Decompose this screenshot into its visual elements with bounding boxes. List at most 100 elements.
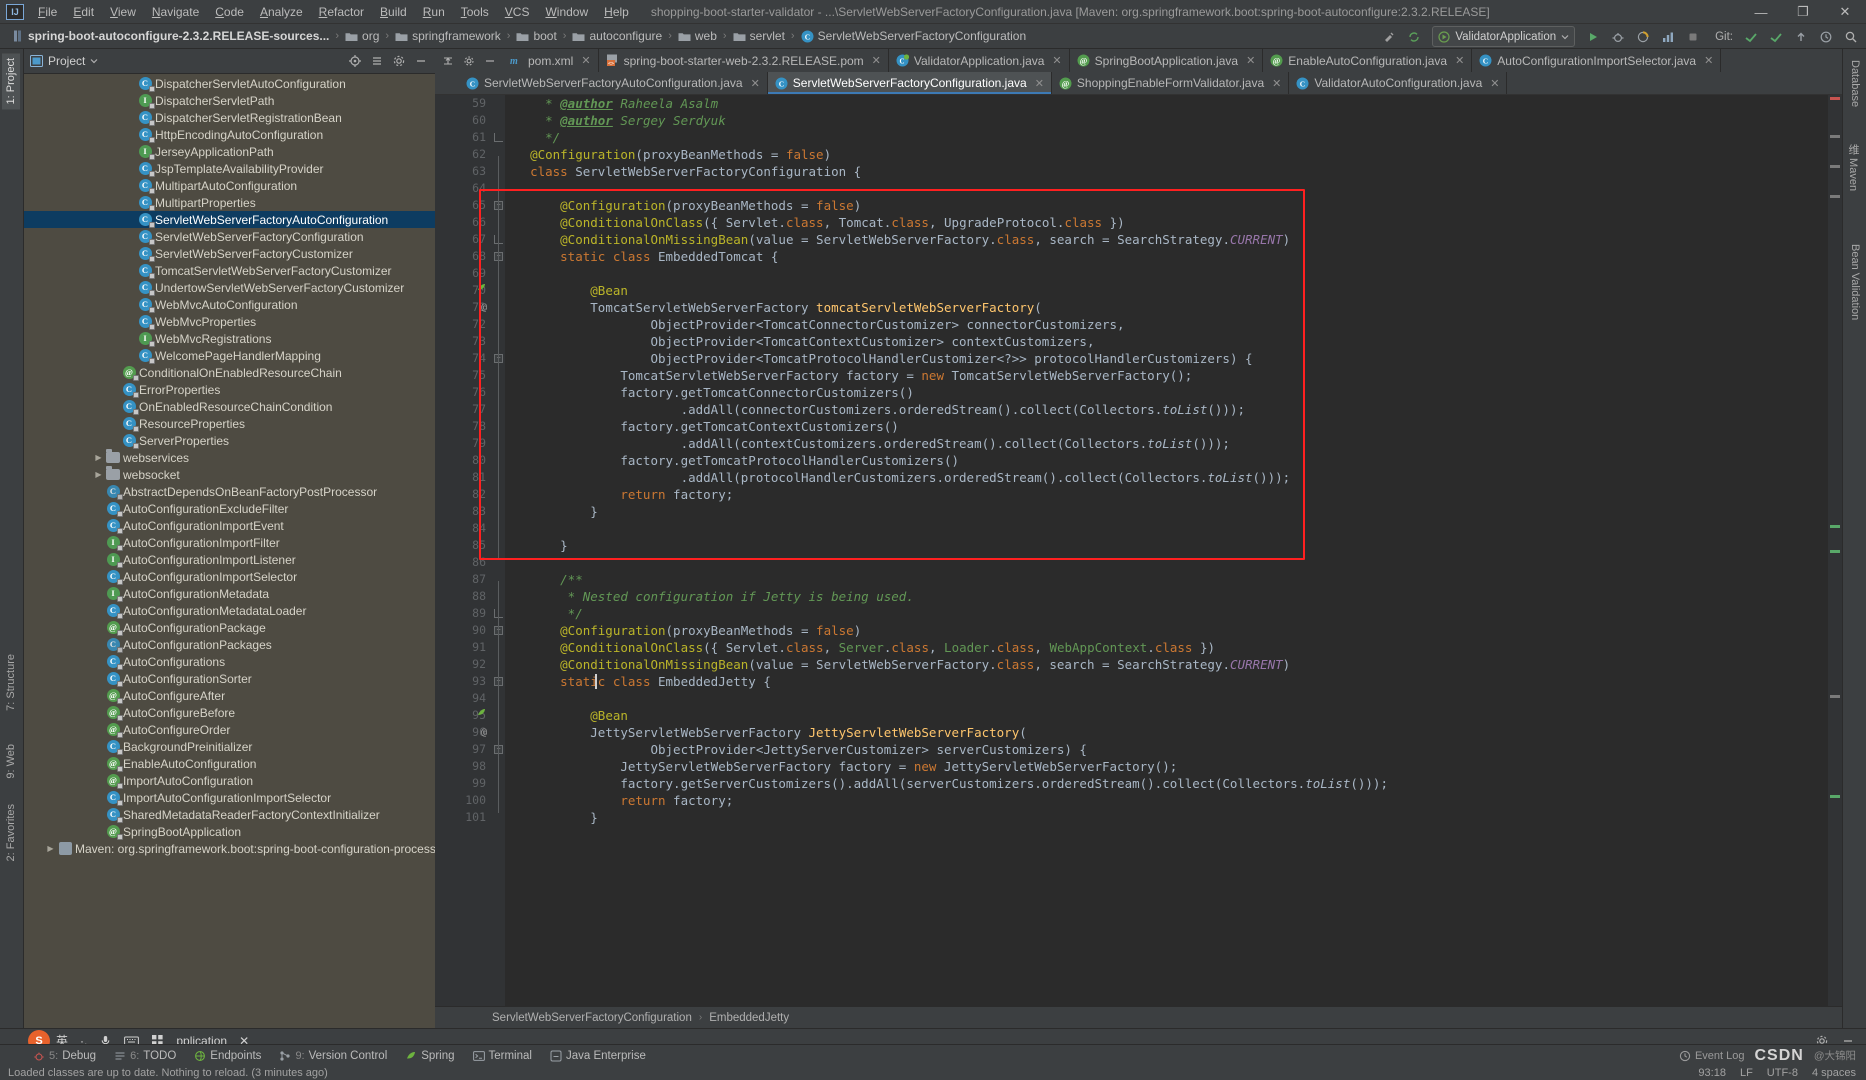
breadcrumb-item-2[interactable]: springframework <box>392 28 504 44</box>
file-encoding[interactable]: UTF-8 <box>1767 1067 1798 1079</box>
line-number[interactable]: 64 <box>435 180 491 197</box>
code-line[interactable]: * @author Raheela Asalm <box>515 95 1842 112</box>
line-number[interactable]: 72 <box>435 316 491 333</box>
minimize-button[interactable]: — <box>1740 0 1782 24</box>
editor-tab[interactable]: C ServletWebServerFactoryAutoConfiguratio… <box>459 72 768 94</box>
expand-arrow-icon[interactable]: ▶ <box>44 844 57 853</box>
code-line[interactable]: factory.getTomcatConnectorCustomizers() <box>515 384 1842 401</box>
stripe-error[interactable] <box>1830 97 1840 100</box>
code-line[interactable]: @Configuration(proxyBeanMethods = false) <box>515 622 1842 639</box>
line-number[interactable]: 101 <box>435 809 491 826</box>
code-line[interactable]: factory.getTomcatProtocolHandlerCustomiz… <box>515 452 1842 469</box>
breadcrumb-item-5[interactable]: web <box>675 28 720 44</box>
expand-arrow-icon[interactable]: ▶ <box>92 470 105 479</box>
line-number[interactable]: 81 <box>435 469 491 486</box>
code-line[interactable] <box>515 520 1842 537</box>
run-button[interactable] <box>1582 26 1604 47</box>
tree-node[interactable]: C DispatcherServletAutoConfiguration <box>24 75 435 92</box>
tree-node[interactable]: C OnEnabledResourceChainCondition <box>24 398 435 415</box>
build-icon[interactable] <box>1378 26 1400 47</box>
line-number[interactable]: 63 <box>435 163 491 180</box>
tree-node[interactable]: C AbstractDependsOnBeanFactoryPostProcess… <box>24 483 435 500</box>
menu-file[interactable]: File <box>30 2 65 22</box>
tree-node[interactable]: @ AutoConfigureOrder <box>24 721 435 738</box>
code-line[interactable]: @Configuration(proxyBeanMethods = false) <box>515 197 1842 214</box>
git-update-icon[interactable] <box>1740 26 1762 47</box>
tree-node[interactable]: C ServerProperties <box>24 432 435 449</box>
chevron-down-icon[interactable] <box>90 57 98 65</box>
override-gutter-icon[interactable]: @ <box>476 724 487 738</box>
search-everywhere-icon[interactable] <box>1840 26 1862 47</box>
tree-node[interactable]: C ServletWebServerFactoryConfiguration <box>24 228 435 245</box>
caret-position[interactable]: 93:18 <box>1698 1067 1726 1079</box>
line-number[interactable]: 83 <box>435 503 491 520</box>
code-line[interactable]: * Nested configuration if Jetty is being… <box>515 588 1842 605</box>
line-number[interactable]: 73 <box>435 333 491 350</box>
menu-build[interactable]: Build <box>372 2 415 22</box>
tree-node[interactable]: C AutoConfigurationSorter <box>24 670 435 687</box>
breadcrumb-item-6[interactable]: servlet <box>730 28 788 44</box>
override-gutter-icon[interactable]: @ <box>476 299 487 313</box>
line-number[interactable]: 97 <box>435 741 491 758</box>
line-number[interactable]: 62 <box>435 146 491 163</box>
close-button[interactable]: ✕ <box>1824 0 1866 24</box>
tree-node[interactable]: C ResourceProperties <box>24 415 435 432</box>
git-push-icon[interactable] <box>1790 26 1812 47</box>
stripe-mark[interactable] <box>1830 550 1840 553</box>
line-number[interactable]: 61 <box>435 129 491 146</box>
project-tree[interactable]: C DispatcherServletAutoConfiguration I Disp… <box>24 74 435 1028</box>
breadcrumb-item-0[interactable]: spring-boot-autoconfigure-2.3.2.RELEASE-… <box>10 28 332 44</box>
tree-node[interactable]: C AutoConfigurationMetadataLoader <box>24 602 435 619</box>
code-line[interactable]: return factory; <box>515 792 1842 809</box>
tree-node[interactable]: C UndertowServletWebServerFactoryCustomiz… <box>24 279 435 296</box>
line-number[interactable]: 98 <box>435 758 491 775</box>
line-number[interactable]: 60 <box>435 112 491 129</box>
editor-tab[interactable]: m pom.xml ✕ <box>503 49 599 72</box>
debug-button[interactable] <box>1607 26 1629 47</box>
line-number[interactable]: 89 <box>435 605 491 622</box>
line-number[interactable]: 74 <box>435 350 491 367</box>
bean-gutter-icon[interactable] <box>476 282 487 293</box>
menu-tools[interactable]: Tools <box>453 2 497 22</box>
breadcrumb-item-1[interactable]: org <box>342 28 382 44</box>
tree-node[interactable]: C WebMvcProperties <box>24 313 435 330</box>
tree-node[interactable]: C ErrorProperties <box>24 381 435 398</box>
code-line[interactable]: @Bean <box>515 282 1842 299</box>
code-line[interactable]: JettyServletWebServerFactory factory = n… <box>515 758 1842 775</box>
tree-node[interactable]: C HttpEncodingAutoConfiguration <box>24 126 435 143</box>
code-line[interactable]: */ <box>515 605 1842 622</box>
code-line[interactable]: JettyServletWebServerFactory JettyServle… <box>515 724 1842 741</box>
tree-node[interactable]: C BackgroundPreinitializer <box>24 738 435 755</box>
tree-node[interactable]: C AutoConfigurationPackages <box>24 636 435 653</box>
tool-window-button-todo[interactable]: 6: TODO <box>105 1045 185 1067</box>
hide-editor-icon[interactable] <box>481 52 499 70</box>
line-number[interactable]: 78 <box>435 418 491 435</box>
tool-window-button-java-enterprise[interactable]: Java Enterprise <box>541 1045 655 1067</box>
tree-node[interactable]: C ServletWebServerFactoryCustomizer <box>24 245 435 262</box>
line-number[interactable]: 76 <box>435 384 491 401</box>
tree-node[interactable]: @ SpringBootApplication <box>24 823 435 840</box>
tree-node[interactable]: @ AutoConfigurationPackage <box>24 619 435 636</box>
tree-node[interactable]: C JspTemplateAvailabilityProvider <box>24 160 435 177</box>
menu-refactor[interactable]: Refactor <box>311 2 372 22</box>
code-line[interactable]: * @author Sergey Serdyuk <box>515 112 1842 129</box>
code-line[interactable]: TomcatServletWebServerFactory factory = … <box>515 367 1842 384</box>
line-number[interactable]: 75 <box>435 367 491 384</box>
line-number[interactable]: 93 <box>435 673 491 690</box>
code-line[interactable]: */ <box>515 129 1842 146</box>
stripe-mark[interactable] <box>1830 135 1840 138</box>
tool-window-button-terminal[interactable]: Terminal <box>464 1045 541 1067</box>
tool-tab-maven[interactable]: 维 Maven <box>1842 139 1864 196</box>
line-number[interactable]: 91 <box>435 639 491 656</box>
menu-run[interactable]: Run <box>415 2 453 22</box>
tool-window-button-spring[interactable]: Spring <box>396 1045 463 1067</box>
code-folding-column[interactable]: −−−−−− <box>491 95 505 1006</box>
line-number[interactable]: 85 <box>435 537 491 554</box>
stop-button[interactable] <box>1682 26 1704 47</box>
line-number[interactable]: 99 <box>435 775 491 792</box>
editor-tab[interactable]: C AutoConfigurationImportSelector.java ✕ <box>1472 49 1722 72</box>
code-line[interactable]: } <box>515 503 1842 520</box>
expand-editor-icon[interactable] <box>439 52 457 70</box>
line-number[interactable]: 92 <box>435 656 491 673</box>
hide-panel-icon[interactable] <box>411 51 431 71</box>
